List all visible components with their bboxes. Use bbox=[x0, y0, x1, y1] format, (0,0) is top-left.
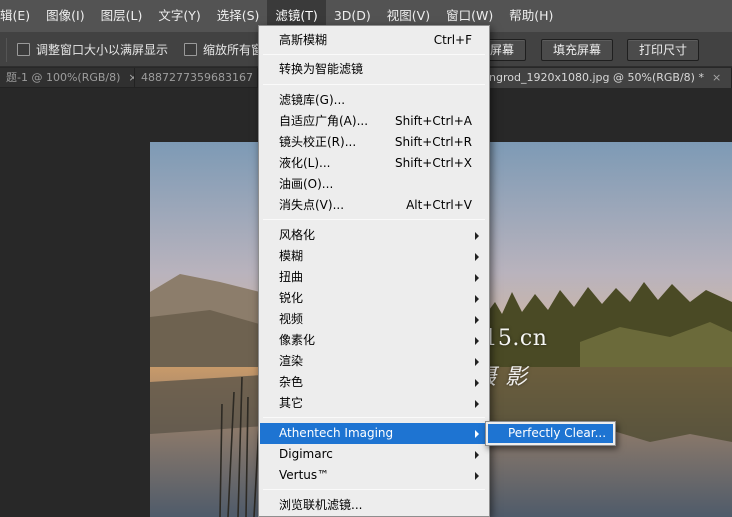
filter-dropdown-menu: 高斯模糊 Ctrl+F 转换为智能滤镜 滤镜库(G)... 自适应广角(A)..… bbox=[258, 25, 490, 517]
menu-layer[interactable]: 图层(L) bbox=[93, 0, 151, 32]
submenu-arrow-icon bbox=[475, 232, 479, 240]
menu-item-shortcut: Shift+Ctrl+A bbox=[395, 114, 472, 128]
menu-item-label: 视频 bbox=[279, 312, 304, 326]
menu-item-label: 浏览联机滤镜... bbox=[279, 498, 363, 512]
close-icon[interactable]: × bbox=[712, 71, 721, 84]
menu-help[interactable]: 帮助(H) bbox=[501, 0, 561, 32]
menu-item-other[interactable]: 其它 bbox=[260, 393, 488, 414]
menu-edit[interactable]: 辑(E) bbox=[0, 0, 38, 32]
menu-item-perfectly-clear[interactable]: Perfectly Clear... bbox=[488, 424, 613, 443]
menu-item-vanishing-point[interactable]: 消失点(V)... Alt+Ctrl+V bbox=[260, 195, 488, 216]
menu-separator bbox=[263, 417, 485, 418]
menu-item-sharpen[interactable]: 锐化 bbox=[260, 288, 488, 309]
menu-item-label: 其它 bbox=[279, 396, 304, 410]
menu-item-label: 风格化 bbox=[279, 228, 316, 242]
submenu-arrow-icon bbox=[475, 274, 479, 282]
menu-item-vertus[interactable]: Vertus™ bbox=[260, 465, 488, 486]
resize-windows-label: 调整窗口大小以满屏显示 bbox=[36, 43, 169, 57]
menu-item-shortcut: Ctrl+F bbox=[433, 33, 472, 47]
menu-item-label: Athentech Imaging bbox=[279, 426, 394, 440]
submenu-arrow-icon bbox=[475, 379, 479, 387]
menu-separator bbox=[263, 489, 485, 490]
menu-item-label: 模糊 bbox=[279, 249, 304, 263]
menu-item-shortcut: Shift+Ctrl+X bbox=[395, 156, 472, 170]
menu-item-filter-gallery[interactable]: 滤镜库(G)... bbox=[260, 90, 488, 111]
print-size-button[interactable]: 打印尺寸 bbox=[627, 39, 700, 61]
menu-item-digimarc[interactable]: Digimarc bbox=[260, 444, 488, 465]
menu-item-noise[interactable]: 杂色 bbox=[260, 372, 488, 393]
zoom-all-windows-option[interactable]: 缩放所有窗 bbox=[184, 41, 263, 58]
menu-item-gaussian-blur[interactable]: 高斯模糊 Ctrl+F bbox=[260, 30, 488, 51]
menu-item-label: 扭曲 bbox=[279, 270, 304, 284]
menu-item-label: Digimarc bbox=[279, 447, 333, 461]
menu-separator bbox=[263, 219, 485, 220]
document-tab-1-title: 题-1 @ 100%(RGB/8) bbox=[6, 71, 121, 84]
menu-item-liquify[interactable]: 液化(L)... Shift+Ctrl+X bbox=[260, 153, 488, 174]
athentech-submenu: Perfectly Clear... bbox=[485, 421, 616, 446]
menu-item-stylize[interactable]: 风格化 bbox=[260, 225, 488, 246]
submenu-arrow-icon bbox=[475, 472, 479, 480]
document-tab-2[interactable]: 4887277359683167 bbox=[135, 68, 258, 88]
resize-windows-option[interactable]: 调整窗口大小以满屏显示 bbox=[17, 41, 168, 58]
menu-item-label: 像素化 bbox=[279, 333, 316, 347]
menu-item-label: 液化(L)... bbox=[279, 156, 331, 170]
submenu-arrow-icon bbox=[475, 400, 479, 408]
submenu-arrow-icon bbox=[475, 316, 479, 324]
menu-item-label: 消失点(V)... bbox=[279, 198, 345, 212]
close-icon[interactable]: × bbox=[128, 71, 134, 84]
menu-separator bbox=[263, 84, 485, 85]
menu-item-distort[interactable]: 扭曲 bbox=[260, 267, 488, 288]
menu-item-label: 油画(O)... bbox=[279, 177, 334, 191]
fill-screen-button[interactable]: 填充屏幕 bbox=[541, 39, 614, 61]
document-tab-1[interactable]: 题-1 @ 100%(RGB/8) × bbox=[0, 68, 135, 88]
submenu-arrow-icon bbox=[475, 430, 479, 438]
menu-separator bbox=[263, 54, 485, 55]
document-tab-3-title: ingrod_1920x1080.jpg @ 50%(RGB/8) * bbox=[486, 71, 704, 84]
menu-item-shortcut: Alt+Ctrl+V bbox=[406, 198, 472, 212]
menu-image[interactable]: 图像(I) bbox=[38, 0, 92, 32]
document-tab-2-title: 4887277359683167 bbox=[141, 71, 253, 84]
menu-item-label: 转换为智能滤镜 bbox=[279, 62, 364, 76]
menu-item-blur[interactable]: 模糊 bbox=[260, 246, 488, 267]
submenu-arrow-icon bbox=[475, 451, 479, 459]
zoom-all-windows-checkbox[interactable] bbox=[184, 43, 197, 56]
submenu-arrow-icon bbox=[475, 337, 479, 345]
submenu-arrow-icon bbox=[475, 253, 479, 261]
submenu-arrow-icon bbox=[475, 295, 479, 303]
menu-item-label: 杂色 bbox=[279, 375, 304, 389]
menu-item-adaptive-wide-angle[interactable]: 自适应广角(A)... Shift+Ctrl+A bbox=[260, 111, 488, 132]
menu-item-label: 自适应广角(A)... bbox=[279, 114, 369, 128]
menu-item-browse-filters-online[interactable]: 浏览联机滤镜... bbox=[260, 495, 488, 516]
submenu-arrow-icon bbox=[475, 358, 479, 366]
document-tab-3[interactable]: ingrod_1920x1080.jpg @ 50%(RGB/8) * × bbox=[480, 68, 732, 88]
menu-type[interactable]: 文字(Y) bbox=[150, 0, 208, 32]
menu-item-label: 高斯模糊 bbox=[279, 33, 328, 47]
menu-item-athentech-imaging[interactable]: Athentech Imaging bbox=[260, 423, 488, 444]
menu-item-label: 镜头校正(R)... bbox=[279, 135, 357, 149]
zoom-all-windows-label: 缩放所有窗 bbox=[203, 43, 264, 57]
menu-item-shortcut: Shift+Ctrl+R bbox=[394, 135, 472, 149]
toolbar-divider bbox=[6, 38, 7, 62]
menu-item-label: 滤镜库(G)... bbox=[279, 93, 346, 107]
menu-item-convert-smart-filter[interactable]: 转换为智能滤镜 bbox=[260, 59, 488, 80]
menu-item-label: 锐化 bbox=[279, 291, 304, 305]
resize-windows-checkbox[interactable] bbox=[17, 43, 30, 56]
menu-item-label: 渲染 bbox=[279, 354, 304, 368]
menu-item-render[interactable]: 渲染 bbox=[260, 351, 488, 372]
menu-item-lens-correction[interactable]: 镜头校正(R)... Shift+Ctrl+R bbox=[260, 132, 488, 153]
menu-item-video[interactable]: 视频 bbox=[260, 309, 488, 330]
menu-item-oil-paint[interactable]: 油画(O)... bbox=[260, 174, 488, 195]
menu-item-pixelate[interactable]: 像素化 bbox=[260, 330, 488, 351]
menu-item-label: Vertus™ bbox=[279, 468, 330, 482]
